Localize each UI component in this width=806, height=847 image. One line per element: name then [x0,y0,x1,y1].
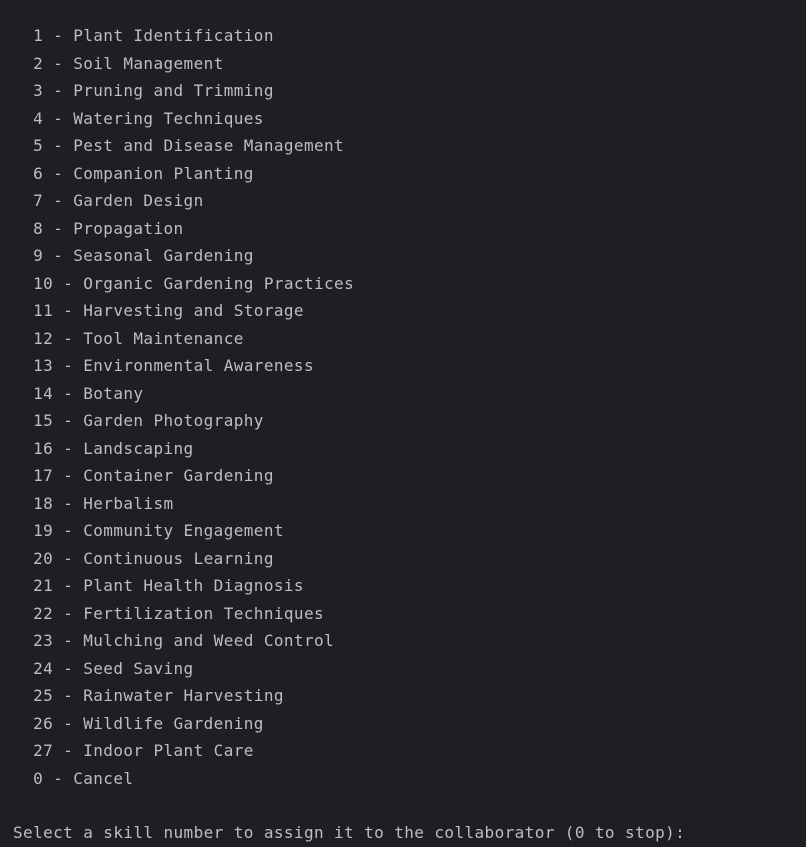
menu-line-plant-identification: 1 - Plant Identification [13,26,274,45]
menu-line-pest-and-disease-management: 5 - Pest and Disease Management [13,136,345,155]
menu-line-plant-health-diagnosis: 21 - Plant Health Diagnosis [13,576,304,595]
console-output[interactable]: 1 - Plant Identification 2 - Soil Manage… [0,0,806,847]
menu-line-garden-design: 7 - Garden Design [13,191,204,210]
menu-line-propagation: 8 - Propagation [13,218,184,238]
menu-line-soil-management: 2 - Soil Management [13,53,224,73]
menu-line-environmental-awareness: 13 - Environmental Awareness [13,356,314,375]
menu-line-indoor-plant-care: 27 - Indoor Plant Care [13,741,254,760]
menu-line-companion-planting: 6 - Companion Planting [13,163,254,183]
skill-menu-list: 1 - Plant Identification 2 - Soil Manage… [13,22,354,792]
menu-line-landscaping: 16 - Landscaping [13,438,194,458]
menu-line-harvesting-and-storage: 11 - Harvesting and Storage [13,301,304,320]
menu-line-garden-photography: 15 - Garden Photography [13,411,264,430]
menu-line-botany: 14 - Botany [13,383,144,403]
menu-line-rainwater-harvesting: 25 - Rainwater Harvesting [13,686,284,705]
menu-line-mulching-and-weed-control: 23 - Mulching and Weed Control [13,631,335,650]
menu-line-pruning-and-trimming: 3 - Pruning and Trimming [13,81,274,100]
menu-line-tool-maintenance: 12 - Tool Maintenance [13,328,244,348]
menu-line-container-gardening: 17 - Container Gardening [13,466,274,485]
menu-line-community-engagement: 19 - Community Engagement [13,521,284,540]
menu-line-seed-saving: 24 - Seed Saving [13,658,194,678]
menu-line-fertilization-techniques: 22 - Fertilization Techniques [13,603,325,623]
menu-line-wildlife-gardening: 26 - Wildlife Gardening [13,713,264,733]
input-prompt: Select a skill number to assign it to th… [13,823,686,842]
menu-line-herbalism: 18 - Herbalism [13,493,174,513]
menu-line-continuous-learning: 20 - Continuous Learning [13,548,274,568]
menu-line-organic-gardening-practices: 10 - Organic Gardening Practices [13,273,355,293]
menu-line-seasonal-gardening: 9 - Seasonal Gardening [13,246,254,265]
menu-line-cancel: 0 - Cancel [13,768,134,788]
menu-line-watering-techniques: 4 - Watering Techniques [13,108,264,128]
